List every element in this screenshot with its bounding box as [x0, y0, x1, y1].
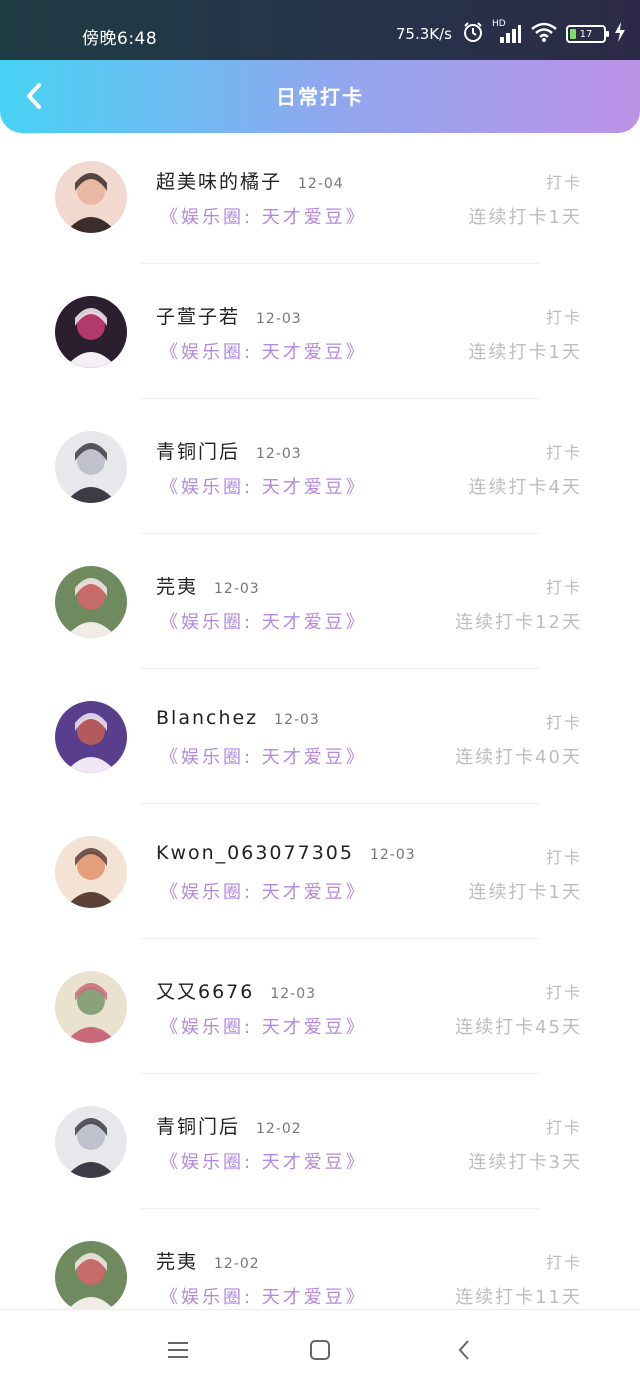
home-icon[interactable] [300, 1334, 340, 1366]
header: 日常打卡 [0, 60, 640, 133]
list-item[interactable]: 子萱子若 12-03 《娱乐圈: 天才爱豆》 打卡 连续打卡1天 [0, 282, 640, 417]
checkin-date: 12-03 [369, 847, 416, 863]
avatar[interactable] [55, 701, 127, 773]
list-item[interactable]: Kwon_063077305 12-03 《娱乐圈: 天才爱豆》 打卡 连续打卡1… [0, 822, 640, 957]
charging-icon [614, 22, 626, 46]
user-name[interactable]: 芫夷 12-03 [156, 572, 260, 599]
streak-text: 连续打卡11天 [455, 1287, 582, 1308]
checkin-label: 打卡 [545, 1253, 582, 1272]
circle-link[interactable]: 《娱乐圈: 天才爱豆》 [160, 1283, 367, 1309]
circle-link[interactable]: 《娱乐圈: 天才爱豆》 [160, 203, 367, 229]
alarm-icon [462, 21, 484, 47]
avatar[interactable] [55, 971, 127, 1043]
checkin-label: 打卡 [545, 308, 582, 327]
user-name[interactable]: 又又6676 12-03 [156, 977, 316, 1004]
checkin-date: 12-03 [274, 712, 320, 728]
page-title: 日常打卡 [276, 85, 364, 109]
streak-text: 连续打卡12天 [455, 612, 582, 633]
user-name[interactable]: Blanchez 12-03 [156, 707, 320, 729]
checkin-date: 12-03 [270, 986, 317, 1002]
list-item[interactable]: 又又6676 12-03 《娱乐圈: 天才爱豆》 打卡 连续打卡45天 [0, 957, 640, 1092]
user-name[interactable]: 子萱子若 12-03 [156, 302, 302, 329]
user-name-text: Kwon_063077305 [156, 842, 354, 864]
streak-text: 连续打卡4天 [468, 477, 582, 498]
circle-link[interactable]: 《娱乐圈: 天才爱豆》 [160, 1148, 367, 1174]
avatar[interactable] [55, 431, 127, 503]
streak-text: 连续打卡40天 [455, 747, 582, 768]
checkin-label: 打卡 [545, 848, 582, 867]
system-nav-bar [0, 1309, 640, 1387]
avatar[interactable] [55, 296, 127, 368]
divider [140, 803, 540, 804]
battery-icon: 17 [566, 25, 609, 43]
list-item[interactable]: 芫夷 12-03 《娱乐圈: 天才爱豆》 打卡 连续打卡12天 [0, 552, 640, 687]
circle-link[interactable]: 《娱乐圈: 天才爱豆》 [160, 473, 367, 499]
user-name[interactable]: Kwon_063077305 12-03 [156, 842, 416, 864]
circle-link[interactable]: 《娱乐圈: 天才爱豆》 [160, 878, 367, 904]
checkin-date: 12-02 [214, 1256, 260, 1272]
circle-link[interactable]: 《娱乐圈: 天才爱豆》 [160, 338, 367, 364]
user-name[interactable]: 青铜门后 12-03 [156, 437, 302, 464]
checkin-date: 12-04 [298, 176, 344, 192]
checkin-label: 打卡 [545, 983, 582, 1002]
back-icon[interactable] [444, 1334, 484, 1366]
circle-link[interactable]: 《娱乐圈: 天才爱豆》 [160, 743, 367, 769]
checkin-date: 12-03 [256, 446, 302, 462]
user-name-text: 芫夷 [156, 1251, 199, 1273]
user-name-text: 青铜门后 [156, 1116, 241, 1138]
checkin-label: 打卡 [545, 443, 582, 462]
user-name[interactable]: 青铜门后 12-02 [156, 1112, 302, 1139]
streak-text: 连续打卡1天 [468, 882, 582, 903]
divider [140, 938, 540, 939]
divider [140, 1073, 540, 1074]
status-icons: 75.3K/s HD 17 [395, 19, 626, 48]
user-name-text: 青铜门后 [156, 441, 241, 463]
menu-icon[interactable] [158, 1334, 198, 1366]
wifi-icon [530, 21, 558, 47]
user-name-text: Blanchez [156, 707, 259, 729]
list-item[interactable]: 青铜门后 12-02 《娱乐圈: 天才爱豆》 打卡 连续打卡3天 [0, 1092, 640, 1227]
circle-link[interactable]: 《娱乐圈: 天才爱豆》 [160, 608, 367, 634]
user-name-text: 芫夷 [156, 576, 199, 598]
checkin-date: 12-03 [214, 581, 260, 597]
user-name-text: 子萱子若 [156, 306, 241, 328]
checkin-label: 打卡 [545, 713, 582, 732]
checkin-label: 打卡 [545, 173, 582, 192]
user-name[interactable]: 超美味的橘子 12-04 [156, 167, 344, 194]
circle-link[interactable]: 《娱乐圈: 天才爱豆》 [160, 1013, 367, 1039]
status-bar: 傍晚6:48 75.3K/s HD 17 [0, 0, 640, 62]
streak-text: 连续打卡1天 [468, 342, 582, 363]
checkin-label: 打卡 [545, 1118, 582, 1137]
status-time: 傍晚6:48 [82, 29, 158, 49]
checkin-date: 12-02 [256, 1121, 302, 1137]
user-name[interactable]: 芫夷 12-02 [156, 1247, 260, 1274]
checkin-date: 12-03 [256, 311, 302, 327]
avatar[interactable] [55, 1241, 127, 1313]
divider [140, 668, 540, 669]
user-name-text: 又又6676 [156, 981, 255, 1003]
streak-text: 连续打卡45天 [455, 1017, 582, 1038]
streak-text: 连续打卡1天 [468, 207, 582, 228]
divider [140, 533, 540, 534]
network-speed: 75.3K/s [395, 25, 452, 43]
avatar[interactable] [55, 161, 127, 233]
checkin-label: 打卡 [545, 578, 582, 597]
divider [140, 398, 540, 399]
divider [140, 1208, 540, 1209]
avatar[interactable] [55, 566, 127, 638]
list-item[interactable]: Blanchez 12-03 《娱乐圈: 天才爱豆》 打卡 连续打卡40天 [0, 687, 640, 822]
signal-icon: HD [492, 19, 522, 45]
battery-level: 17 [579, 28, 593, 40]
user-name-text: 超美味的橘子 [156, 171, 283, 193]
avatar[interactable] [55, 836, 127, 908]
divider [140, 263, 540, 264]
streak-text: 连续打卡3天 [468, 1152, 582, 1173]
checkin-list: 超美味的橘子 12-04 《娱乐圈: 天才爱豆》 打卡 连续打卡1天 子萱子若 12… [0, 147, 640, 1362]
list-item[interactable]: 青铜门后 12-03 《娱乐圈: 天才爱豆》 打卡 连续打卡4天 [0, 417, 640, 552]
list-item[interactable]: 超美味的橘子 12-04 《娱乐圈: 天才爱豆》 打卡 连续打卡1天 [0, 147, 640, 282]
avatar[interactable] [55, 1106, 127, 1178]
